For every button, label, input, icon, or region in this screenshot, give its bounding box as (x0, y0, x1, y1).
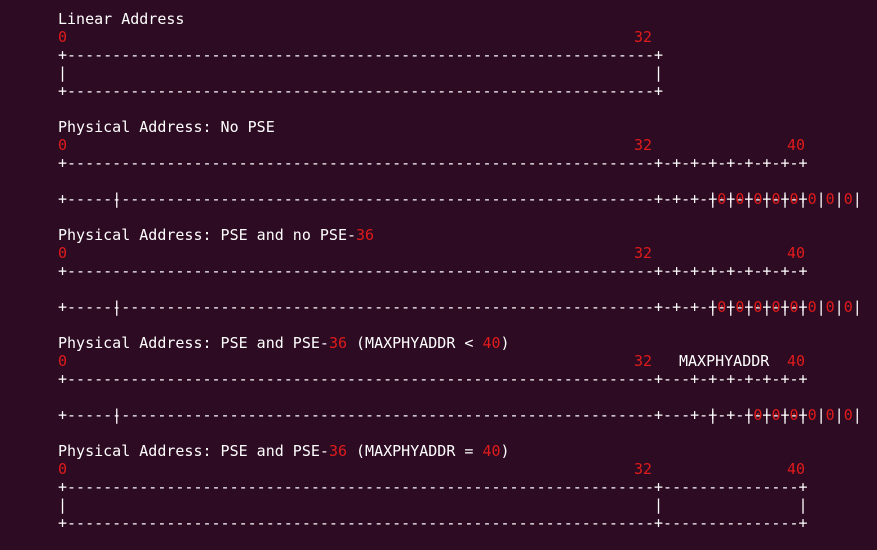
bottom-border: +---------------------------------------… (58, 298, 808, 316)
ruler-end: 40 (787, 136, 806, 154)
ruler-start: 0 (58, 460, 68, 478)
body-line: | |0|0|0|0|0|0|0|0| (58, 280, 868, 316)
top-border: +---------------------------------------… (58, 478, 808, 496)
top-border: +---------------------------------------… (58, 370, 808, 388)
ruler-end: 40 (787, 244, 806, 262)
bit-ruler: 0 32 MAXPHYADDR 40 (58, 352, 868, 370)
ruler-start: 0 (58, 136, 68, 154)
bottom-border: +---------------------------------------… (58, 190, 808, 208)
section-title: Physical Address: PSE and PSE-36 (MAXPHY… (58, 442, 510, 460)
section-physical-pse-no-pse36: Physical Address: PSE and no PSE-36 0 32… (58, 226, 868, 316)
section-title: Physical Address: PSE and no PSE-36 (58, 226, 375, 244)
ruler-end: 40 (787, 352, 806, 370)
ruler-start: 0 (58, 28, 68, 46)
body-line: | | | (58, 496, 808, 514)
top-border: +---------------------------------------… (58, 46, 664, 64)
body-line: | | (58, 64, 664, 82)
ruler-start: 0 (58, 352, 68, 370)
ruler-start: 0 (58, 244, 68, 262)
ruler-mid: 32 (634, 244, 653, 262)
bottom-border: +---------------------------------------… (58, 82, 664, 100)
terminal-output: Linear Address 0 32 +-------------------… (58, 10, 868, 532)
ruler-mid: 32 (634, 136, 653, 154)
ruler-maxphyaddr-label: MAXPHYADDR (679, 352, 770, 370)
bottom-border: +---------------------------------------… (58, 406, 808, 424)
section-physical-no-pse: Physical Address: No PSE 0 32 40 +------… (58, 118, 868, 208)
bottom-border: +---------------------------------------… (58, 514, 808, 532)
ruler-mid: 32 (634, 460, 653, 478)
section-title: Physical Address: No PSE (58, 118, 275, 136)
top-border: +---------------------------------------… (58, 262, 808, 280)
top-border: +---------------------------------------… (58, 154, 808, 172)
section-linear-address: Linear Address 0 32 +-------------------… (58, 10, 868, 100)
section-physical-pse36-maxphyaddr-eq-40: Physical Address: PSE and PSE-36 (MAXPHY… (58, 442, 868, 532)
ruler-end: 40 (787, 460, 806, 478)
bit-ruler: 0 32 (58, 28, 868, 46)
body-line: | | |0|0|0|0|0|0| (58, 388, 868, 424)
section-title: Physical Address: PSE and PSE-36 (MAXPHY… (58, 334, 510, 352)
section-physical-pse36-maxphyaddr-lt-40: Physical Address: PSE and PSE-36 (MAXPHY… (58, 334, 868, 424)
section-title: Linear Address (58, 10, 185, 28)
bit-ruler: 0 32 40 (58, 244, 868, 262)
bit-ruler: 0 32 40 (58, 460, 868, 478)
body-line: | |0|0|0|0|0|0|0|0| (58, 172, 868, 208)
bit-ruler: 0 32 40 (58, 136, 868, 154)
ruler-mid: 32 (634, 28, 653, 46)
ruler-mid: 32 (634, 352, 653, 370)
